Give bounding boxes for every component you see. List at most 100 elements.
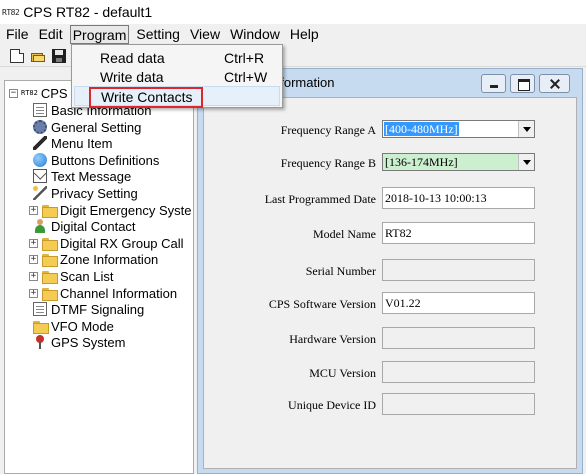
- wand-icon: [33, 186, 47, 200]
- save-icon[interactable]: [52, 49, 66, 63]
- cps-software-version-label: CPS Software Version: [268, 297, 376, 311]
- unique-device-id-label: Unique Device ID: [288, 398, 376, 412]
- pencil-icon: [33, 136, 47, 150]
- window-title: CPS RT82 - default1: [23, 4, 153, 20]
- folder-icon: [42, 203, 58, 218]
- last-programmed-date-field[interactable]: 2018-10-13 10:00:13: [382, 187, 535, 209]
- program-dropdown-menu: Read data Ctrl+R Write data Ctrl+W Write…: [71, 44, 283, 108]
- new-file-icon[interactable]: [10, 49, 24, 63]
- button-ball-icon: [33, 153, 47, 167]
- tree-item-label: Text Message: [51, 168, 132, 184]
- tree-item-label: GPS System: [51, 334, 126, 350]
- folder-icon: [33, 319, 49, 334]
- mail-icon: [33, 169, 47, 183]
- tree-item-dtmf-signaling[interactable]: DTMF Signaling: [33, 301, 144, 317]
- tree-item-label: Digital RX Group Call: [60, 235, 184, 251]
- tree-item-label: VFO Mode: [51, 318, 114, 334]
- menu-write-data-shortcut: Ctrl+W: [224, 69, 268, 85]
- tree-item-label: Menu Item: [51, 135, 113, 151]
- menu-edit[interactable]: Edit: [34, 25, 68, 44]
- app-icon: RT82: [2, 7, 20, 17]
- freq-range-b-value: [136-174MHz]: [385, 155, 458, 169]
- tree-item-scan-list[interactable]: + Scan List: [29, 268, 113, 284]
- contact-person-icon: [33, 219, 47, 233]
- menu-file[interactable]: File: [0, 25, 34, 44]
- title-bar: RT82 CPS RT82 - default1: [0, 0, 586, 24]
- serial-number-label: Serial Number: [305, 264, 376, 278]
- freq-range-a-value: [400-480MHz]: [384, 122, 459, 136]
- tree-root-label: CPS: [40, 85, 68, 101]
- model-name-label: Model Name: [313, 227, 376, 241]
- minimize-icon[interactable]: [481, 74, 506, 93]
- folder-icon: [42, 269, 58, 284]
- gear-icon: [33, 120, 47, 134]
- freq-range-a-label: Frequency Range A: [280, 123, 376, 137]
- close-icon[interactable]: [539, 74, 570, 93]
- expand-icon[interactable]: +: [29, 254, 38, 264]
- model-name-field[interactable]: RT82: [382, 222, 535, 244]
- basic-information-window: nformation Frequency Range A [400-480MHz…: [197, 68, 583, 474]
- tree-item-channel-information[interactable]: + Channel Information: [29, 285, 177, 301]
- tree-item-digital-rx-group-call[interactable]: + Digital RX Group Call: [29, 235, 184, 251]
- chevron-down-icon[interactable]: [518, 154, 534, 170]
- map-pin-icon: [33, 335, 47, 349]
- maximize-icon[interactable]: [510, 74, 535, 93]
- tree-item-label: Buttons Definitions: [51, 152, 160, 168]
- mcu-version-field[interactable]: [382, 361, 535, 383]
- basic-information-form: Frequency Range A [400-480MHz] Frequency…: [203, 97, 577, 469]
- freq-range-a-select[interactable]: [400-480MHz]: [382, 120, 535, 138]
- tree-item-privacy-setting[interactable]: Privacy Setting: [33, 185, 138, 201]
- menu-read-data-label: Read data: [100, 50, 165, 66]
- menu-program[interactable]: Program: [69, 25, 130, 44]
- open-folder-icon[interactable]: [31, 49, 45, 63]
- tree-item-label: Digital Contact: [51, 218, 136, 234]
- menu-write-contacts-label: Write Contacts: [101, 89, 193, 105]
- unique-device-id-field[interactable]: [382, 393, 535, 415]
- expand-icon[interactable]: +: [29, 288, 38, 298]
- tree-item-label: DTMF Signaling: [51, 301, 145, 317]
- folder-icon: [42, 252, 58, 267]
- menu-write-contacts[interactable]: Write Contacts: [74, 86, 280, 106]
- serial-number-field[interactable]: [382, 259, 535, 281]
- tree-item-text-message[interactable]: Text Message: [33, 168, 131, 184]
- expand-icon[interactable]: +: [29, 271, 38, 281]
- tree-item-buttons-definitions[interactable]: Buttons Definitions: [33, 152, 159, 168]
- chevron-down-icon[interactable]: [518, 121, 534, 137]
- collapse-icon[interactable]: −: [9, 88, 18, 98]
- menu-read-data-shortcut: Ctrl+R: [224, 50, 265, 66]
- navigation-tree: − RT82 CPS Basic Information General Set…: [4, 80, 194, 474]
- menu-bar: File Edit Program Setting View Window He…: [0, 24, 586, 45]
- folder-icon: [42, 236, 58, 251]
- tree-item-label: Digit Emergency Syste: [60, 202, 192, 218]
- mcu-version-label: MCU Version: [309, 366, 376, 380]
- tree-item-menu-item[interactable]: Menu Item: [33, 135, 112, 151]
- menu-setting[interactable]: Setting: [131, 25, 185, 44]
- menu-read-data[interactable]: Read data Ctrl+R: [74, 48, 280, 68]
- document-icon: [33, 302, 47, 316]
- tree-item-digital-contact[interactable]: Digital Contact: [33, 218, 136, 234]
- freq-range-b-label: Frequency Range B: [280, 156, 376, 170]
- tree-item-label: Channel Information: [60, 285, 178, 301]
- menu-write-data[interactable]: Write data Ctrl+W: [74, 67, 280, 87]
- expand-icon[interactable]: +: [29, 205, 38, 215]
- last-programmed-date-label: Last Programmed Date: [264, 192, 376, 206]
- menu-help[interactable]: Help: [285, 25, 324, 44]
- menu-window[interactable]: Window: [225, 25, 285, 44]
- tree-root[interactable]: − RT82 CPS: [9, 85, 68, 101]
- expand-icon[interactable]: +: [29, 238, 38, 248]
- root-radio-icon: RT82: [21, 89, 38, 97]
- menu-view[interactable]: View: [185, 25, 225, 44]
- tree-item-vfo-mode[interactable]: VFO Mode: [33, 318, 114, 334]
- tree-item-general-setting[interactable]: General Setting: [33, 119, 141, 135]
- freq-range-b-select[interactable]: [136-174MHz]: [382, 153, 535, 171]
- hardware-version-field[interactable]: [382, 327, 535, 349]
- tree-item-gps-system[interactable]: GPS System: [33, 334, 125, 350]
- folder-icon: [42, 286, 58, 301]
- tree-item-digit-emergency-system[interactable]: + Digit Emergency Syste: [29, 202, 192, 218]
- document-icon: [33, 103, 47, 117]
- hardware-version-label: Hardware Version: [289, 332, 376, 346]
- cps-software-version-field[interactable]: V01.22: [382, 292, 535, 314]
- menu-write-data-label: Write data: [100, 69, 164, 85]
- tree-item-zone-information[interactable]: + Zone Information: [29, 251, 158, 267]
- tree-item-label: Zone Information: [60, 251, 159, 267]
